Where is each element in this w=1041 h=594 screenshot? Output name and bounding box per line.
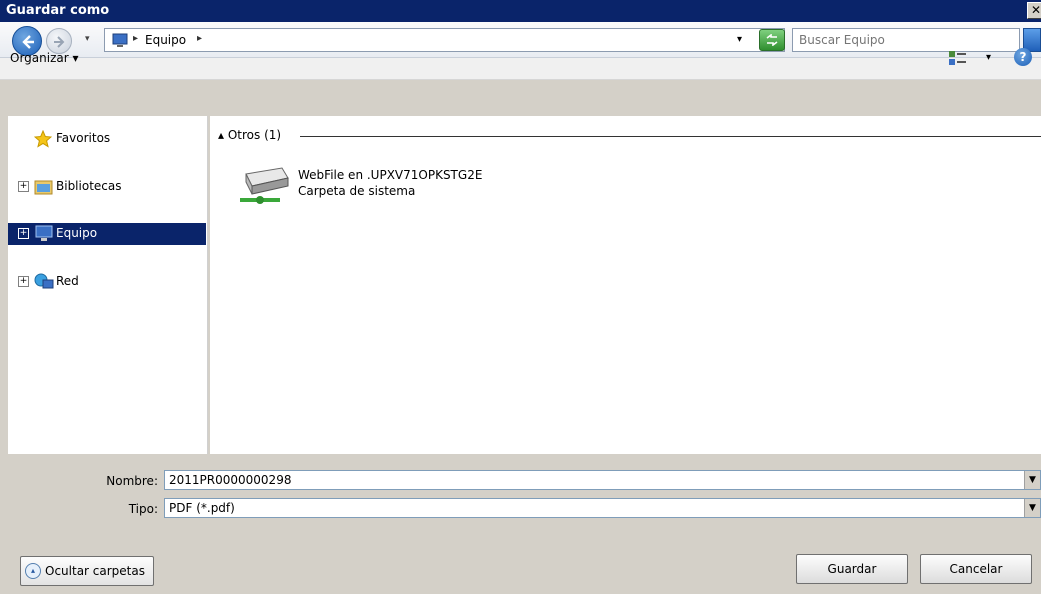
filetype-value[interactable]: PDF (*.pdf) [169,501,235,515]
hide-folders-label: Ocultar carpetas [45,564,145,578]
libraries-icon [34,180,53,195]
organize-menu[interactable]: Organizar ▾ [10,51,79,65]
file-item[interactable]: WebFile en .UPXV71OPKSTG2E Carpeta de si… [232,164,552,214]
view-options-icon[interactable] [948,49,968,67]
filetype-select[interactable]: PDF (*.pdf) ▼ [164,498,1041,518]
computer-icon [35,225,53,241]
filename-dropdown-icon[interactable]: ▼ [1024,471,1040,489]
nav-item-label: Red [56,274,79,288]
file-list-pane[interactable]: ▴ Otros (1) WebFile en .UPXV71OPKSTG2E C… [210,116,1041,454]
filename-field[interactable]: 2011PR0000000298 ▼ [164,470,1041,490]
save-button[interactable]: Guardar [796,554,908,584]
close-button[interactable]: ✕ [1027,2,1041,19]
organize-label: Organizar [10,51,69,65]
expand-icon[interactable]: + [18,228,29,239]
nav-item-label: Equipo [56,226,98,240]
search-input[interactable] [799,32,1009,48]
window-title: Guardar como [6,3,110,18]
organize-dropdown-icon: ▾ [72,51,79,65]
group-divider [300,136,1041,137]
nav-item-bibliotecas[interactable]: + Bibliotecas [8,176,206,198]
collapse-icon: ▴ [25,563,41,579]
file-name: WebFile en .UPXV71OPKSTG2E [298,168,483,182]
star-icon [34,130,52,148]
group-header[interactable]: ▴ Otros (1) [218,128,281,142]
file-type: Carpeta de sistema [298,184,416,198]
nav-item-label: Favoritos [56,131,111,145]
navigation-pane[interactable]: Favoritos + Bibliotecas + Equipo + Red [8,116,208,454]
address-box[interactable]: ▸ Equipo ▸ ▾ [104,28,785,52]
network-drive-icon [240,167,289,204]
nav-item-favoritos[interactable]: Favoritos [8,128,206,150]
forward-arrow-icon [54,36,65,48]
network-icon [34,273,54,289]
search-box[interactable] [792,28,1020,52]
filename-value[interactable]: 2011PR0000000298 [169,473,291,487]
group-header-label: Otros (1) [227,128,282,142]
filename-label: Nombre: [106,474,158,488]
expand-icon[interactable]: + [18,276,29,287]
collapse-group-icon: ▴ [218,128,225,142]
help-icon[interactable]: ? [1014,48,1032,66]
filetype-dropdown-icon[interactable]: ▼ [1024,499,1040,517]
recent-pages-dropdown[interactable]: ▾ [85,34,90,44]
cancel-button[interactable]: Cancelar [920,554,1032,584]
navigation-bar: ▾ ▸ Equipo ▸ ▾ Organizar ▾ ▾ ? [0,22,1041,80]
breadcrumb-arrow-icon[interactable]: ▸ [133,33,138,44]
filetype-label: Tipo: [128,502,158,516]
nav-item-equipo[interactable]: + Equipo [8,223,206,245]
computer-icon [112,33,128,47]
title-bar: Guardar como ✕ [0,0,1041,22]
breadcrumb-equipo[interactable]: Equipo [145,33,186,47]
nav-item-label: Bibliotecas [56,179,122,193]
address-dropdown[interactable]: ▾ [737,34,742,45]
nav-item-red[interactable]: + Red [8,271,206,293]
breadcrumb-arrow-icon[interactable]: ▸ [197,33,202,44]
view-dropdown-icon[interactable]: ▾ [986,52,991,63]
expand-icon[interactable]: + [18,181,29,192]
refresh-icon [766,34,778,46]
refresh-button[interactable] [759,29,785,51]
hide-folders-button[interactable]: ▴ Ocultar carpetas [20,556,154,586]
save-form: Nombre: 2011PR0000000298 ▼ Tipo: PDF (*.… [0,454,1041,594]
back-arrow-icon [22,35,34,49]
